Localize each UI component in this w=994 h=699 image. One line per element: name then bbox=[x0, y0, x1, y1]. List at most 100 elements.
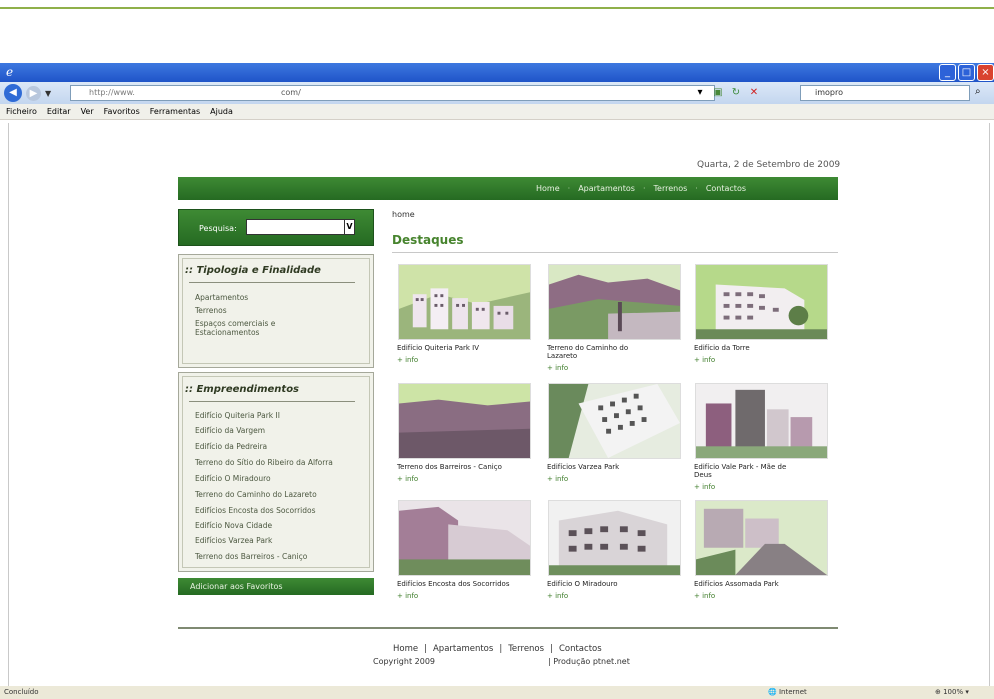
navigation-bar: ◀ ▶ ▼ http://www. com/ ▾ ▣ ↻ ✕ imopro ⌕ bbox=[0, 82, 994, 104]
search-text: imopro bbox=[815, 88, 843, 97]
property-photo[interactable] bbox=[695, 383, 828, 459]
empreendimento-item[interactable]: Edifício da Pedreira bbox=[195, 442, 267, 451]
property-title-cont[interactable]: Lazareto bbox=[547, 352, 687, 360]
property-photo[interactable] bbox=[548, 264, 681, 340]
menu-editar[interactable]: Editar bbox=[47, 107, 71, 116]
footer-terrenos[interactable]: Terrenos bbox=[508, 644, 544, 654]
maximize-icon[interactable]: □ bbox=[958, 64, 975, 81]
more-info-link[interactable]: + info bbox=[547, 364, 568, 372]
footer-apartamentos[interactable]: Apartamentos bbox=[433, 644, 493, 654]
main-navigation: Home · Apartamentos · Terrenos · Contact… bbox=[178, 177, 838, 200]
minimize-icon[interactable]: _ bbox=[939, 64, 956, 81]
footer-home[interactable]: Home bbox=[393, 644, 418, 654]
tipologia-item[interactable]: Estacionamentos bbox=[195, 328, 259, 337]
property-title[interactable]: Edifícios Assomada Park bbox=[694, 580, 834, 588]
add-favorites-button[interactable]: Adicionar aos Favoritos bbox=[178, 578, 374, 595]
site-search-input[interactable] bbox=[246, 219, 346, 235]
status-bar: Concluído 🌐 Internet ⊕ 100% ▾ bbox=[0, 686, 994, 699]
forward-icon[interactable]: ▶ bbox=[26, 85, 41, 101]
more-info-link[interactable]: + info bbox=[397, 592, 418, 600]
section-rule bbox=[392, 252, 838, 253]
empreendimento-item[interactable]: Edifício Quiteria Park II bbox=[195, 411, 280, 420]
search-input[interactable]: imopro bbox=[800, 85, 970, 101]
box-rule bbox=[189, 401, 355, 402]
address-actions: ▾ ▣ ↻ ✕ bbox=[693, 85, 761, 100]
refresh-icon[interactable]: ↻ bbox=[729, 85, 743, 100]
menu-ficheiro[interactable]: Ficheiro bbox=[6, 107, 37, 116]
property-title[interactable]: Edifícios Varzea Park bbox=[547, 463, 687, 471]
search-label: Pesquisa: bbox=[199, 224, 237, 233]
property-title[interactable]: Edifícios Encosta dos Socorridos bbox=[397, 580, 537, 588]
top-divider bbox=[0, 7, 994, 9]
tipologia-box: :: Tipologia e Finalidade Apartamentos T… bbox=[178, 254, 374, 368]
nav-apartamentos[interactable]: Apartamentos bbox=[578, 184, 635, 193]
empreendimento-item[interactable]: Terreno do Caminho do Lazareto bbox=[195, 490, 317, 499]
property-title[interactable]: Terreno do Caminho do bbox=[547, 344, 687, 352]
property-photo[interactable] bbox=[398, 500, 531, 576]
copyright: Copyright 2009 bbox=[373, 657, 435, 666]
compatibility-icon[interactable]: ▣ bbox=[711, 85, 725, 100]
more-info-link[interactable]: + info bbox=[694, 483, 715, 491]
footer-separator: | bbox=[499, 644, 503, 654]
empreendimento-item[interactable]: Edifício da Vargem bbox=[195, 426, 265, 435]
property-photo[interactable] bbox=[695, 264, 828, 340]
zoom-level[interactable]: ⊕ 100% ▾ bbox=[935, 686, 969, 699]
menu-bar: Ficheiro Editar Ver Favoritos Ferramenta… bbox=[0, 104, 994, 120]
more-info-link[interactable]: + info bbox=[547, 475, 568, 483]
page-date: Quarta, 2 de Setembro de 2009 bbox=[697, 160, 841, 170]
menu-ajuda[interactable]: Ajuda bbox=[210, 107, 233, 116]
tipologia-item[interactable]: Apartamentos bbox=[195, 293, 248, 302]
more-info-link[interactable]: + info bbox=[694, 592, 715, 600]
empreendimentos-box: :: Empreendimentos Edifício Quiteria Par… bbox=[178, 372, 374, 572]
more-info-link[interactable]: + info bbox=[694, 356, 715, 364]
property-title[interactable]: Terreno dos Barreiros - Caniço bbox=[397, 463, 537, 471]
producao-credit[interactable]: | Produção ptnet.net bbox=[548, 657, 630, 666]
address-bar[interactable]: http://www. com/ bbox=[70, 85, 715, 101]
stop-icon[interactable]: ✕ bbox=[747, 85, 761, 100]
empreendimento-item[interactable]: Terreno do Sítio do Ribeiro da Alforra bbox=[195, 458, 333, 467]
empreendimento-item[interactable]: Edifícios Varzea Park bbox=[195, 536, 272, 545]
property-title[interactable]: Edifício Vale Park - Mãe de bbox=[694, 463, 834, 471]
property-title-cont[interactable]: Deus bbox=[694, 471, 834, 479]
property-photo[interactable] bbox=[548, 500, 681, 576]
property-photo[interactable] bbox=[548, 383, 681, 459]
empreendimento-item[interactable]: Edifícios Encosta dos Socorridos bbox=[195, 506, 316, 515]
footer-contactos[interactable]: Contactos bbox=[559, 644, 602, 654]
search-panel: Pesquisa: V bbox=[178, 209, 374, 246]
empreendimentos-title: :: Empreendimentos bbox=[185, 384, 300, 395]
menu-ferramentas[interactable]: Ferramentas bbox=[150, 107, 200, 116]
empreendimento-item[interactable]: Terreno dos Barreiros - Caniço bbox=[195, 552, 307, 561]
tipologia-title: :: Tipologia e Finalidade bbox=[185, 265, 321, 276]
tipologia-item[interactable]: Espaços comerciais e bbox=[195, 319, 275, 328]
property-photo[interactable] bbox=[695, 500, 828, 576]
nav-contactos[interactable]: Contactos bbox=[706, 184, 746, 193]
empreendimento-item[interactable]: Edifício Nova Cidade bbox=[195, 521, 272, 530]
search-icon[interactable]: ⌕ bbox=[975, 86, 981, 97]
property-photo[interactable] bbox=[398, 383, 531, 459]
search-select-icon[interactable]: V bbox=[344, 219, 355, 235]
browser-window: e _ □ × ◀ ▶ ▼ http://www. com/ ▾ ▣ ↻ ✕ i… bbox=[0, 63, 994, 699]
back-icon[interactable]: ◀ bbox=[4, 84, 22, 102]
address-dropdown-icon[interactable]: ▾ bbox=[693, 85, 707, 100]
nav-separator: · bbox=[567, 184, 571, 193]
more-info-link[interactable]: + info bbox=[397, 475, 418, 483]
more-info-link[interactable]: + info bbox=[397, 356, 418, 364]
tipologia-item[interactable]: Terrenos bbox=[195, 306, 227, 315]
menu-ver[interactable]: Ver bbox=[81, 107, 94, 116]
history-dropdown-icon[interactable]: ▼ bbox=[45, 89, 51, 98]
nav-separator: · bbox=[642, 184, 646, 193]
property-photo[interactable] bbox=[398, 264, 531, 340]
more-info-link[interactable]: + info bbox=[547, 592, 568, 600]
status-zone: 🌐 Internet bbox=[768, 688, 807, 696]
property-title[interactable]: Edifício O Miradouro bbox=[547, 580, 687, 588]
property-title[interactable]: Edifício da Torre bbox=[694, 344, 834, 352]
empreendimento-item[interactable]: Edifício O Miradouro bbox=[195, 474, 271, 483]
section-title: Destaques bbox=[392, 233, 464, 247]
breadcrumb[interactable]: home bbox=[392, 210, 415, 219]
close-icon[interactable]: × bbox=[977, 64, 994, 81]
nav-terrenos[interactable]: Terrenos bbox=[654, 184, 688, 193]
menu-favoritos[interactable]: Favoritos bbox=[104, 107, 140, 116]
nav-home[interactable]: Home bbox=[536, 184, 560, 193]
property-title[interactable]: Edifício Quiteria Park IV bbox=[397, 344, 537, 352]
footer-rule bbox=[178, 627, 838, 629]
